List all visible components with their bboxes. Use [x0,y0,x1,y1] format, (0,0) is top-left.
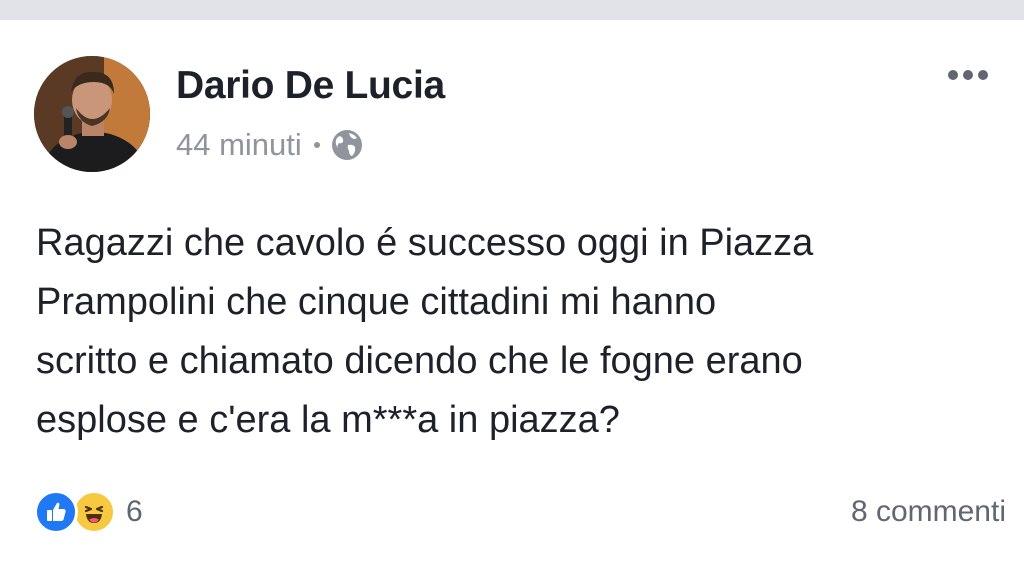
post-text-line: esplose e c'era la m***a in piazza? [36,399,620,441]
comments-count-link[interactable]: 8 commenti [851,490,1006,534]
more-dot [963,70,973,80]
meta-separator [313,142,320,148]
more-dot [978,70,988,80]
post-card: Dario De Lucia 44 minuti Ragazzi che cav… [0,20,1024,573]
author-name[interactable]: Dario De Lucia [176,64,445,108]
post-meta: 44 minuti [176,125,364,165]
more-options-icon[interactable] [948,70,988,80]
post-text-line: Prampolini che cinque cittadini mi hanno [36,281,717,323]
post-text: Ragazzi che cavolo é successo oggi in Pi… [36,214,996,450]
avatar[interactable] [34,56,150,172]
haha-icon [72,490,116,534]
post-text-line: Ragazzi che cavolo é successo oggi in Pi… [36,222,814,264]
reaction-count: 6 [126,495,143,528]
more-dot [948,70,958,80]
top-bar [0,0,1024,20]
like-icon [34,490,78,534]
globe-icon[interactable] [330,128,364,162]
post-timestamp[interactable]: 44 minuti [176,127,302,163]
reactions-summary[interactable]: 6 [34,490,143,534]
post-text-line: scritto e chiamato dicendo che le fogne … [36,340,803,382]
